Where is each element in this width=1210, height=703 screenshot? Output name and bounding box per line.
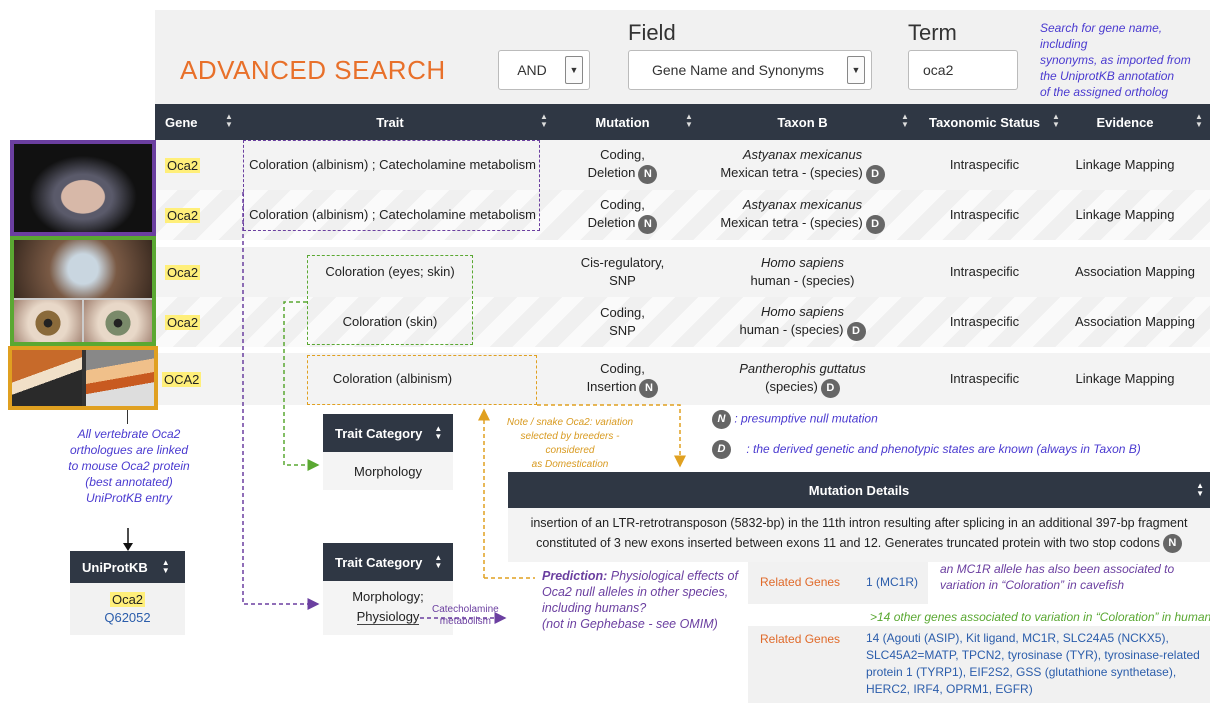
gene-list-line: 14 (Agouti (ASIP), Kit ligand, MC1R, SLC…	[866, 631, 1169, 645]
legend-derived: D : the derived genetic and phenotypic s…	[712, 440, 1141, 459]
label-line: metabolism	[439, 616, 491, 627]
sort-icon[interactable]: ▲ ▼	[1196, 482, 1204, 498]
catecholamine-label: Catecholamine metabolism	[432, 604, 499, 628]
note-line: selected by breeders - considered	[520, 431, 620, 456]
mutation-details-body: insertion of an LTR-retrotransposon (583…	[508, 508, 1210, 562]
derived-state-badge: D	[712, 440, 731, 459]
prediction-note: Prediction: Physiological effects of Oca…	[542, 568, 738, 632]
gene-list-line: protein 1 (TYRP1), EIF2S2, GSS (glutathi…	[866, 665, 1177, 679]
note-line: Physiological effects of	[607, 569, 738, 583]
related-genes-list[interactable]: 14 (Agouti (ASIP), Kit ligand, MC1R, SLC…	[866, 630, 1200, 698]
snake-note: Note / snake Oca2: variation selected by…	[495, 416, 645, 472]
related-genes-row: Related Genes 1 (MC1R)	[748, 562, 928, 604]
details-line: insertion of an LTR-retrotransposon (583…	[530, 516, 1188, 530]
note-line: Note / snake Oca2: variation	[506, 417, 634, 428]
note-line: (not in Gephebase - see OMIM)	[542, 617, 718, 631]
related-genes-label: Related Genes	[760, 575, 841, 589]
note-line: Oca2 null alleles in other species,	[542, 585, 729, 599]
mc1r-note: an MC1R allele has also been associated …	[940, 561, 1174, 593]
details-line: constituted of 3 new exons inserted betw…	[536, 536, 1160, 550]
related-genes-row: Related Genes 14 (Agouti (ASIP), Kit lig…	[748, 626, 1210, 703]
related-genes-label: Related Genes	[760, 632, 841, 646]
related-genes-link[interactable]: 1 (MC1R)	[866, 575, 918, 589]
gene-list-line: HERC2, IRF4, OPRM1, EGFR)	[866, 682, 1033, 696]
legend-derived-text: : the derived genetic and phenotypic sta…	[746, 441, 1141, 456]
note-line: including humans?	[542, 601, 647, 615]
legend-null: N : presumptive null mutation	[712, 410, 878, 429]
prediction-label: Prediction:	[542, 569, 608, 583]
gene-list-line: SLC45A2=MATP, TPCN2, tyrosinase (TYR), t…	[866, 648, 1200, 662]
note-line: variation in “Coloration” in cavefish	[940, 578, 1125, 592]
mutation-details-title: Mutation Details	[808, 482, 910, 498]
null-mutation-badge: N	[712, 410, 731, 429]
mutation-details-header: Mutation Details ▲ ▼	[508, 472, 1210, 508]
human-genes-note: >14 other genes associated to variation …	[870, 610, 1210, 624]
legend-null-text: : presumptive null mutation	[734, 411, 878, 426]
note-line: an MC1R allele has also been associated …	[940, 562, 1175, 576]
null-mutation-badge: N	[1162, 534, 1182, 554]
note-line: as Domestication	[531, 459, 609, 470]
label-line: Catecholamine	[432, 604, 499, 615]
